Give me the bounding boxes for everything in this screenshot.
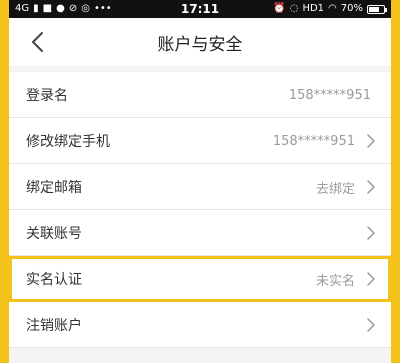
status-right: ⏰ ◌ HD1 ◠ 70% — [273, 0, 387, 18]
status-bar: 4G ▮ ■ ● ⊘ ◎ ••• 17:11 ⏰ ◌ HD1 ◠ 70% — [9, 0, 391, 18]
frame-right-edge — [391, 0, 400, 363]
row-label: 登录名 — [26, 88, 68, 104]
row-bind-email[interactable]: 绑定邮箱 去绑定 — [9, 164, 391, 210]
row-label: 修改绑定手机 — [26, 134, 110, 150]
alarm-icon: ⏰ — [273, 3, 286, 14]
chevron-right-icon — [367, 318, 375, 332]
chevron-right-icon — [367, 272, 375, 286]
phone-screen: 4G ▮ ■ ● ⊘ ◎ ••• 17:11 ⏰ ◌ HD1 ◠ 70% 账户与… — [0, 0, 400, 363]
row-change-phone[interactable]: 修改绑定手机 158*****951 — [9, 118, 391, 164]
row-real-name-auth[interactable]: 实名认证 未实名 — [9, 256, 391, 302]
row-label: 注销账户 — [26, 318, 82, 334]
frame-left-edge — [0, 0, 9, 363]
row-label: 绑定邮箱 — [26, 180, 82, 196]
row-linked-accounts[interactable]: 关联账号 — [9, 210, 391, 256]
row-label: 关联账号 — [26, 226, 82, 242]
silent-icon: ◌ — [289, 3, 299, 14]
chevron-right-icon — [367, 180, 375, 194]
chevron-right-icon — [367, 226, 375, 240]
row-label: 实名认证 — [26, 272, 82, 288]
nav-bar: 账户与安全 — [9, 18, 391, 66]
battery-fill — [369, 6, 379, 12]
row-login-name[interactable]: 登录名 158*****951 — [9, 72, 391, 118]
page-title: 账户与安全 — [157, 34, 243, 55]
battery-icon — [367, 4, 387, 14]
row-cancel-account[interactable]: 注销账户 — [9, 302, 391, 348]
row-value: 158*****951 — [288, 87, 371, 103]
row-value: 未实名 — [315, 273, 355, 289]
row-value: 158*****951 — [272, 133, 355, 149]
settings-list: 登录名 158*****951 修改绑定手机 158*****951 绑定邮箱 去绑定关联… — [9, 72, 391, 348]
bottom-area — [9, 350, 391, 363]
hd-label: HD1 — [302, 3, 325, 14]
battery-percent: 70% — [340, 3, 363, 14]
row-value: 去绑定 — [315, 181, 355, 197]
chevron-right-icon — [367, 134, 375, 148]
wifi-icon: ◠ — [328, 3, 337, 14]
